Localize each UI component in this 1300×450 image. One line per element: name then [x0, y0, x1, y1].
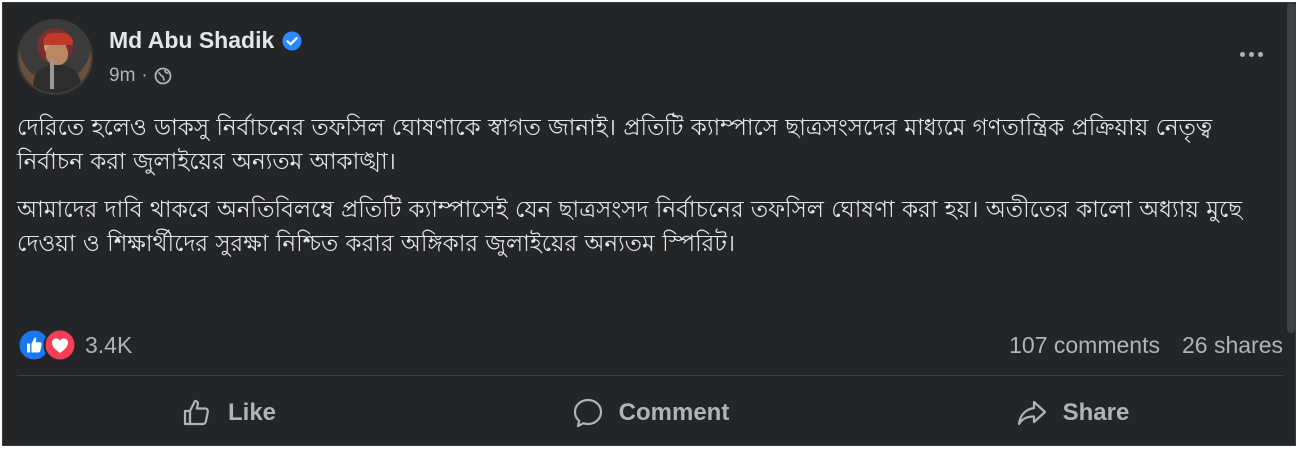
more-dot [1257, 51, 1263, 57]
post-header: Md Abu Shadik 9m · [17, 19, 1275, 99]
reaction-icons [17, 328, 77, 362]
divider [17, 375, 1283, 376]
post-content: দেরিতে হলেও ডাকসু নির্বাচনের তফসিল ঘোষণা… [17, 111, 1277, 275]
globe-icon[interactable] [154, 67, 172, 85]
avatar-microphone [50, 59, 54, 89]
share-label: Share [1062, 399, 1130, 426]
like-label: Like [227, 399, 277, 426]
action-bar: Like Comment Share [17, 383, 1283, 443]
avatar-cap [43, 33, 73, 45]
more-options-icon[interactable] [1231, 39, 1271, 69]
like-button[interactable]: Like [17, 383, 439, 443]
avatar-body [33, 65, 81, 93]
post-stats: 3.4K 107 comments 26 shares [17, 325, 1283, 365]
share-button[interactable]: Share [861, 383, 1283, 443]
avatar[interactable] [17, 19, 93, 95]
comments-count[interactable]: 107 comments [1009, 332, 1160, 359]
meta-separator: · [141, 65, 148, 86]
post-paragraph-1: দেরিতে হলেও ডাকসু নির্বাচনের তফসিল ঘোষণা… [17, 115, 1213, 175]
comment-label: Comment [618, 399, 730, 426]
more-dot [1248, 51, 1254, 57]
share-arrow-icon [1017, 400, 1046, 426]
reactions-count: 3.4K [85, 331, 133, 358]
comment-button[interactable]: Comment [439, 383, 861, 443]
thumbs-up-icon [183, 399, 209, 426]
more-dot [1239, 51, 1245, 57]
shares-count[interactable]: 26 shares [1182, 332, 1283, 359]
scrollbar[interactable] [1287, 3, 1295, 333]
author-name[interactable]: Md Abu Shadik [109, 27, 274, 54]
post-time[interactable]: 9m [109, 65, 135, 87]
post-paragraph-2: আমাদের দাবি থাকবে অনতিবিলম্বে প্রতিটি ক্… [17, 197, 1243, 257]
engagement-counts: 107 comments 26 shares [1009, 332, 1283, 359]
post-meta: 9m · [109, 65, 172, 87]
love-reaction-icon [43, 328, 77, 362]
post-card: Md Abu Shadik 9m · দেরিতে হলেও ডাকসু নির… [2, 2, 1296, 446]
speech-bubble-icon [573, 398, 602, 428]
reactions-summary[interactable]: 3.4K [17, 328, 132, 362]
verified-badge-icon [282, 31, 302, 51]
author-row: Md Abu Shadik [109, 27, 302, 54]
